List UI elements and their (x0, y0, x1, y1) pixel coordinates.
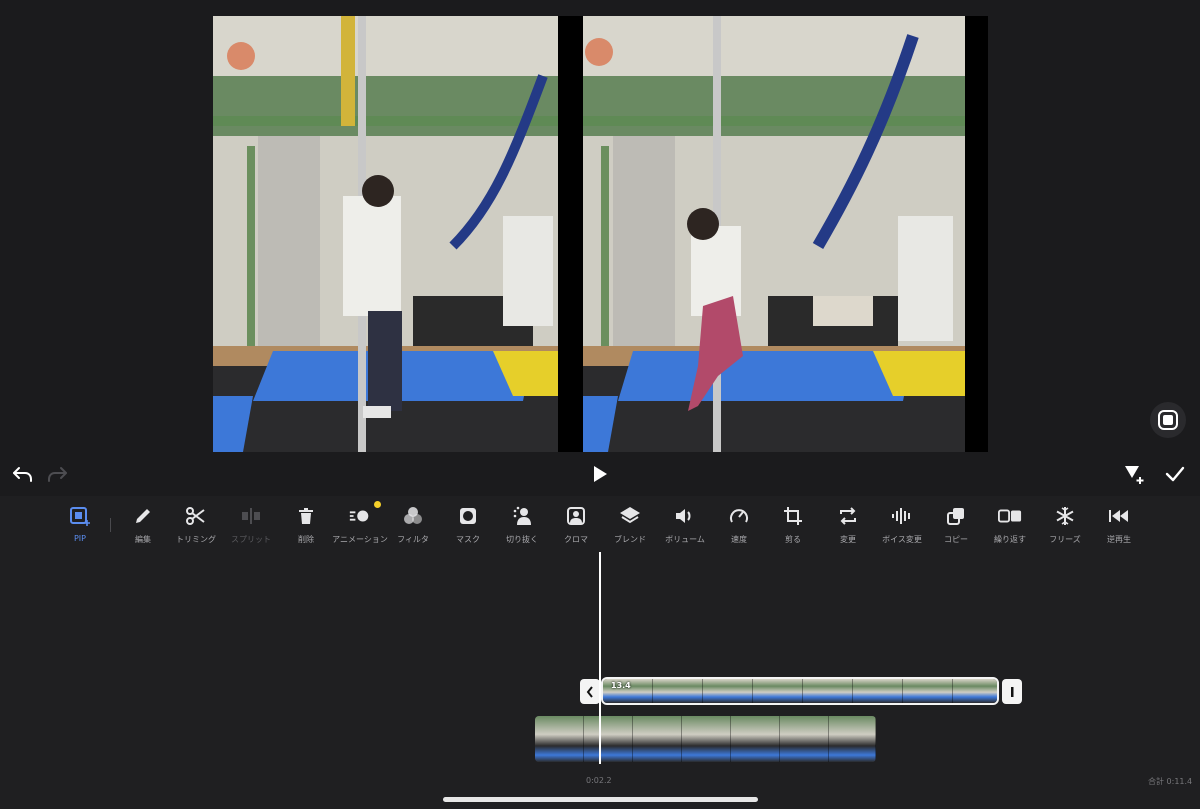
tool-animation[interactable]: アニメーション (332, 504, 388, 548)
tool-label: 速度 (731, 535, 747, 544)
crop-icon (784, 507, 802, 525)
tool-pip[interactable]: PIP (53, 504, 107, 548)
redo-button[interactable] (44, 462, 70, 486)
tool-delete[interactable]: 削除 (279, 504, 333, 548)
handle-bar-icon (1011, 686, 1014, 697)
tool-label: ボリューム (665, 535, 705, 544)
new-badge (374, 501, 381, 508)
pip-clip[interactable]: 13.4 (601, 677, 999, 705)
tool-voice[interactable]: ボイス変更 (875, 504, 929, 548)
redo-icon (48, 467, 67, 482)
tool-mask[interactable]: マスク (441, 504, 495, 548)
tool-label: フリーズ (1049, 535, 1081, 544)
tool-label: フィルタ (397, 535, 429, 544)
tool-filter[interactable]: フィルタ (386, 504, 440, 548)
speaker-icon (676, 509, 691, 523)
tool-reverse[interactable]: 逆再生 (1092, 504, 1146, 548)
tool-volume[interactable]: ボリューム (658, 504, 712, 548)
total-time: 合計 0:11.4 (1148, 777, 1193, 786)
tool-label: 切り抜く (506, 535, 538, 544)
tool-split[interactable]: スプリット (224, 504, 278, 548)
tool-blend[interactable]: ブレンド (603, 504, 657, 548)
edit-toolbar: PIP 編集 トリミング スプリット 削除 アニメーション フィルタ マスク 切… (60, 500, 1150, 550)
replace-icon (840, 507, 856, 525)
playhead[interactable] (599, 552, 601, 764)
chevron-left-icon (586, 685, 593, 698)
pip-icon (70, 507, 90, 526)
checkmark-icon (1165, 466, 1185, 482)
tool-label: 繰り返す (994, 535, 1026, 544)
tool-label: マスク (456, 535, 480, 544)
tool-label: 変更 (840, 535, 856, 544)
tool-label: ボイス変更 (882, 535, 922, 544)
tool-label: クロマ (564, 535, 588, 544)
trim-handle-left[interactable] (580, 679, 600, 704)
fullscreen-icon (1158, 410, 1178, 430)
tool-crop[interactable]: 剪る (766, 504, 820, 548)
rewind-icon (1109, 510, 1128, 522)
tool-label: 削除 (298, 535, 314, 544)
main-video-frame (213, 16, 558, 452)
tool-label: 剪る (785, 535, 801, 544)
video-canvas[interactable] (213, 16, 988, 452)
tool-copy[interactable]: コピー (929, 504, 983, 548)
tool-cutout[interactable]: 切り抜く (495, 504, 549, 548)
tool-repeat[interactable]: 繰り返す (983, 504, 1037, 548)
trash-icon (299, 508, 313, 524)
layers-icon (620, 507, 640, 524)
main-clip-thumbnails (535, 716, 876, 762)
video-preview (0, 0, 1200, 452)
home-indicator[interactable] (443, 797, 758, 802)
filter-icon (404, 507, 422, 524)
tool-label: 逆再生 (1107, 535, 1131, 544)
cutout-icon (513, 506, 531, 525)
split-icon (242, 508, 260, 524)
animation-icon (349, 510, 369, 522)
waveform-icon (892, 508, 910, 524)
play-icon (594, 466, 607, 482)
tool-label: スプリット (231, 535, 271, 544)
tool-label: コピー (944, 535, 968, 544)
repeat-icon (998, 509, 1022, 523)
pip-clip-thumbnails (603, 679, 997, 703)
chroma-icon (567, 507, 585, 525)
undo-icon (13, 467, 32, 482)
keyframe-add-icon (1125, 466, 1144, 484)
play-button[interactable] (587, 462, 613, 486)
playback-controls (0, 452, 1200, 496)
speedometer-icon (730, 509, 748, 523)
tool-chroma[interactable]: クロマ (549, 504, 603, 548)
copy-icon (947, 508, 964, 525)
pip-video-frame[interactable] (583, 16, 965, 452)
undo-button[interactable] (10, 462, 36, 486)
tool-trim[interactable]: トリミング (169, 504, 223, 548)
tool-label: PIP (73, 534, 86, 543)
fullscreen-button[interactable] (1150, 402, 1186, 438)
mask-icon (460, 508, 476, 524)
main-clip[interactable] (535, 716, 876, 762)
scissors-icon (186, 507, 205, 525)
tool-label: 編集 (135, 535, 151, 544)
add-keyframe-button[interactable] (1121, 462, 1147, 486)
tool-edit[interactable]: 編集 (116, 504, 170, 548)
trim-handle-right[interactable] (1002, 679, 1022, 704)
tool-freeze[interactable]: フリーズ (1038, 504, 1092, 548)
pencil-icon (136, 509, 150, 523)
current-time: 0:02.2 (586, 776, 612, 785)
tool-label: アニメーション (332, 535, 388, 544)
toolbar-divider (110, 518, 111, 532)
snowflake-icon (1056, 507, 1074, 525)
clip-duration-label: 13.4 (611, 681, 631, 690)
tool-speed[interactable]: 速度 (712, 504, 766, 548)
tool-replace[interactable]: 変更 (821, 504, 875, 548)
tool-label: ブレンド (614, 535, 646, 544)
confirm-button[interactable] (1162, 462, 1188, 486)
tool-label: トリミング (176, 535, 216, 544)
